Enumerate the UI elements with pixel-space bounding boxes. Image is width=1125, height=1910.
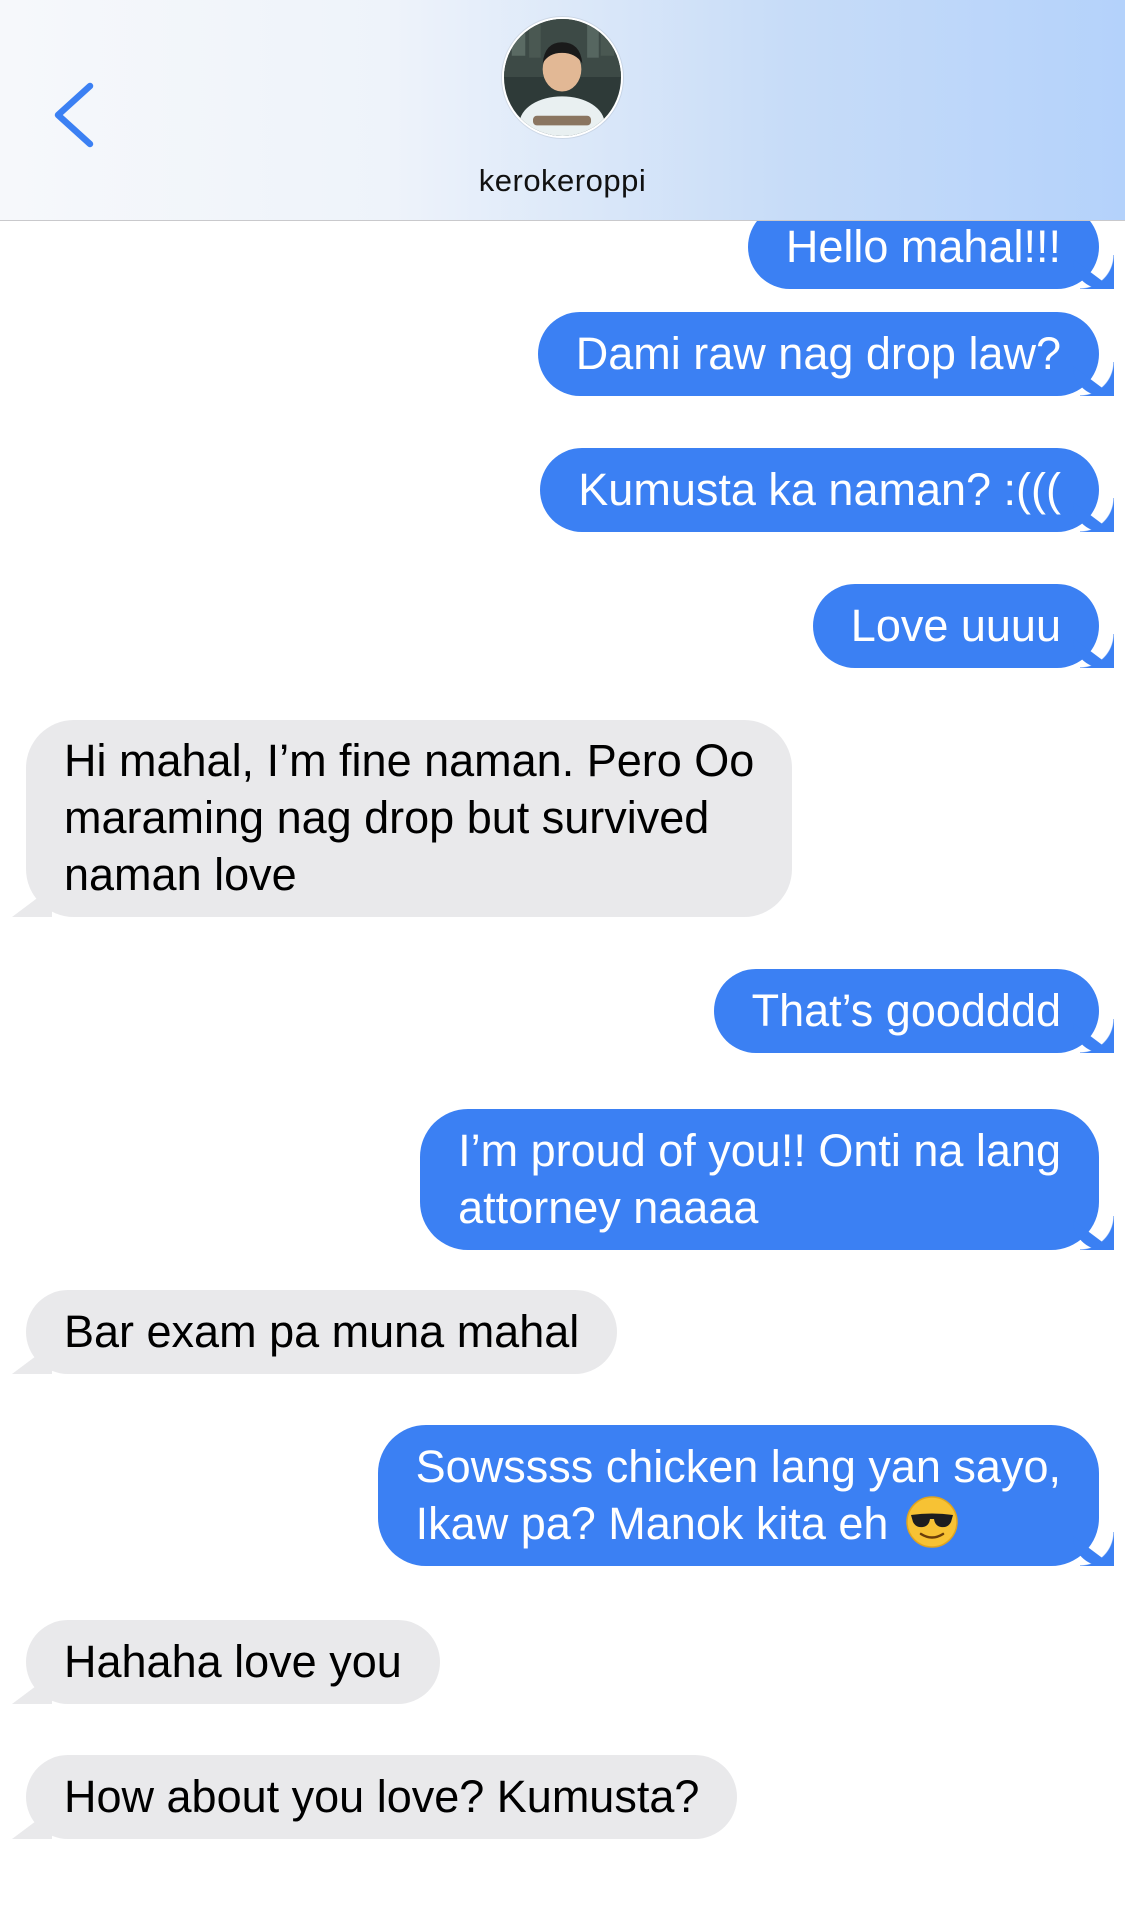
contact-avatar[interactable] [502,17,623,138]
message-text: maraming nag drop but survived [64,792,710,843]
message-text: Dami raw nag drop law? [575,328,1061,379]
message-text: attorney naaaa [458,1182,759,1233]
sunglasses-emoji-icon [905,1495,959,1549]
message-text: I’m proud of you!! Onti na lang [458,1125,1061,1176]
message-text: That’s goodddd [751,985,1061,1036]
message-bubble-received[interactable]: Hahaha love you [26,1620,440,1704]
message-text: Hahaha love you [64,1636,402,1687]
message-bubble-sent[interactable]: Love uuuu [812,584,1099,668]
message-text: Hello mahal!!! [785,221,1061,272]
message-bubble-received[interactable]: Bar exam pa muna mahal [26,1290,618,1374]
contact-name[interactable]: kerokeroppi [0,163,1125,199]
message-bubble-sent[interactable]: Dami raw nag drop law? [537,312,1099,396]
message-bubble-received[interactable]: How about you love? Kumusta? [26,1755,738,1839]
message-text: Kumusta ka naman? :((( [578,464,1061,515]
back-button[interactable] [38,70,108,160]
message-bubble-sent[interactable]: That’s goodddd [713,969,1099,1053]
message-text: naman love [64,849,297,900]
message-bubble-sent[interactable]: I’m proud of you!! Onti na lang attorney… [420,1109,1099,1250]
message-text: Bar exam pa muna mahal [64,1306,580,1357]
message-bubble-received[interactable]: Hi mahal, I’m fine naman. Pero Oo marami… [26,720,793,917]
message-text: How about you love? Kumusta? [64,1771,700,1822]
message-bubble-sent[interactable]: Kumusta ka naman? :((( [540,448,1099,532]
message-text: Sowssss chicken lang yan sayo, [415,1441,1061,1492]
conversation-header: kerokeroppi [0,0,1125,221]
message-text: Ikaw pa? Manok kita eh [415,1498,889,1549]
message-thread[interactable]: Hello mahal!!! Dami raw nag drop law? Ku… [0,0,1125,1910]
message-text: Love uuuu [850,600,1061,651]
message-bubble-sent[interactable]: Sowssss chicken lang yan sayo, Ikaw pa? … [377,1425,1099,1566]
avatar-photo [504,19,621,136]
message-line: Ikaw pa? Manok kita eh [416,1495,1061,1552]
chevron-left-icon [54,82,94,148]
message-text: Hi mahal, I’m fine naman. Pero Oo [64,735,755,786]
